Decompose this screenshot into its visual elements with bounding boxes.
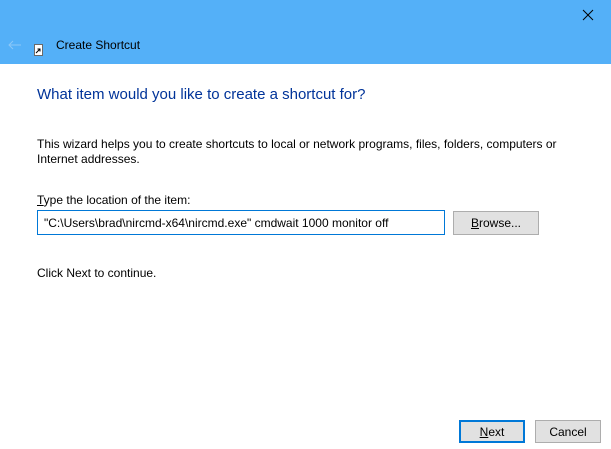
location-label-text: ype the location of the item: — [43, 193, 191, 207]
create-shortcut-window: Create Shortcut What item would you like… — [0, 0, 611, 449]
next-label: ext — [488, 424, 505, 439]
location-input[interactable] — [37, 210, 445, 235]
location-label: Type the location of the item: — [37, 193, 190, 207]
cancel-button[interactable]: Cancel — [535, 420, 601, 443]
window-title: Create Shortcut — [56, 38, 141, 52]
title-bar: Create Shortcut — [0, 0, 611, 64]
close-icon — [582, 9, 594, 21]
shortcut-icon — [34, 44, 43, 56]
browse-button[interactable]: Browse... — [453, 211, 539, 235]
next-button[interactable]: Next — [459, 420, 525, 443]
browse-accesskey: B — [470, 216, 479, 230]
location-label-accesskey: T — [37, 193, 44, 207]
close-button[interactable] — [565, 0, 611, 30]
browse-label: rowse... — [479, 216, 522, 230]
continue-instruction: Click Next to continue. — [37, 266, 157, 280]
back-arrow-icon — [8, 40, 21, 50]
wizard-description: This wizard helps you to create shortcut… — [37, 137, 557, 166]
wizard-heading: What item would you like to create a sho… — [37, 86, 366, 103]
back-button[interactable] — [6, 36, 24, 54]
